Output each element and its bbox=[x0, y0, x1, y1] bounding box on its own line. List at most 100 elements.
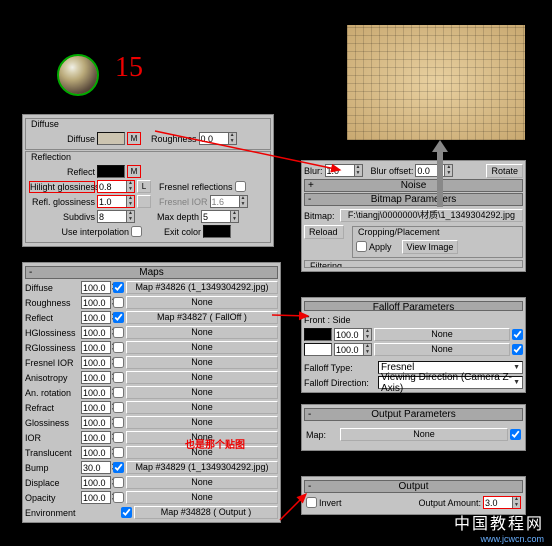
map-amount-spinner[interactable]: ▲▼ bbox=[81, 401, 111, 414]
map-amount-spinner[interactable]: ▲▼ bbox=[81, 491, 111, 504]
map-enable-check[interactable] bbox=[113, 477, 124, 488]
map-enable-check[interactable] bbox=[113, 492, 124, 503]
map-amount-spinner[interactable]: ▲▼ bbox=[81, 476, 111, 489]
roughness-input[interactable] bbox=[200, 133, 228, 144]
falloff-val-2-spinner[interactable]: ▲▼ bbox=[334, 343, 372, 356]
output-map-button[interactable]: None bbox=[340, 428, 508, 441]
invert-check[interactable] bbox=[306, 497, 317, 508]
noise-rollout[interactable]: +Noise bbox=[304, 179, 523, 192]
map-amount-spinner[interactable]: ▲▼ bbox=[81, 281, 111, 294]
view-image-button[interactable]: View Image bbox=[402, 240, 459, 254]
map-slot-button[interactable]: Map #34828 ( Output ) bbox=[134, 506, 278, 519]
map-amount-spinner[interactable]: ▲▼ bbox=[81, 416, 111, 429]
map-enable-check[interactable] bbox=[113, 327, 124, 338]
bitmap-rollout[interactable]: -Bitmap Parameters bbox=[304, 193, 523, 206]
map-slot-button[interactable]: None bbox=[126, 326, 278, 339]
map-enable-check[interactable] bbox=[113, 297, 124, 308]
falloff-val-1[interactable] bbox=[335, 329, 363, 340]
maxdepth-spinner[interactable]: ▲▼ bbox=[201, 210, 239, 223]
falloff-color-2[interactable] bbox=[304, 343, 332, 356]
bitmap-path-button[interactable]: F:\tiangj\0000000\材质\1_1349304292.jpg bbox=[340, 209, 523, 222]
map-amount-input[interactable] bbox=[82, 492, 110, 503]
maxdepth-input[interactable] bbox=[202, 211, 230, 222]
falloff-val-2[interactable] bbox=[335, 344, 363, 355]
map-amount-spinner[interactable]: ▲▼ bbox=[81, 386, 111, 399]
falloff-map-2[interactable]: None bbox=[374, 343, 510, 356]
refl-gloss-input[interactable] bbox=[98, 196, 126, 207]
falloff-val-1-spinner[interactable]: ▲▼ bbox=[334, 328, 372, 341]
output-rollout[interactable]: -Output bbox=[304, 480, 523, 493]
map-enable-check[interactable] bbox=[113, 432, 124, 443]
map-amount-input[interactable] bbox=[82, 432, 110, 443]
map-slot-button[interactable]: None bbox=[126, 296, 278, 309]
map-amount-input[interactable] bbox=[82, 402, 110, 413]
map-amount-input[interactable] bbox=[82, 327, 110, 338]
exitcolor-swatch[interactable] bbox=[203, 225, 231, 238]
map-enable-check[interactable] bbox=[113, 402, 124, 413]
diffuse-map-button[interactable]: M bbox=[127, 132, 141, 145]
fresnel-refl-check[interactable] bbox=[235, 181, 246, 192]
falloff-on-1[interactable] bbox=[512, 329, 523, 340]
useinterp-check[interactable] bbox=[131, 226, 142, 237]
map-enable-check[interactable] bbox=[113, 372, 124, 383]
map-enable-check[interactable] bbox=[113, 387, 124, 398]
map-slot-button[interactable]: None bbox=[126, 386, 278, 399]
roughness-spinner[interactable]: ▲▼ bbox=[199, 132, 237, 145]
output-params-rollout[interactable]: -Output Parameters bbox=[304, 408, 523, 421]
map-amount-spinner[interactable]: ▲▼ bbox=[81, 311, 111, 324]
map-amount-input[interactable] bbox=[82, 372, 110, 383]
map-enable-check[interactable] bbox=[121, 507, 132, 518]
reload-button[interactable]: Reload bbox=[304, 225, 344, 239]
map-slot-button[interactable]: None bbox=[126, 476, 278, 489]
map-amount-spinner[interactable]: ▲▼ bbox=[81, 446, 111, 459]
map-slot-button[interactable]: None bbox=[126, 491, 278, 504]
map-amount-input[interactable] bbox=[82, 282, 110, 293]
map-amount-input[interactable] bbox=[82, 342, 110, 353]
map-enable-check[interactable] bbox=[113, 447, 124, 458]
bluroff-spinner[interactable]: ▲▼ bbox=[415, 164, 453, 177]
subdivs-input[interactable] bbox=[98, 211, 126, 222]
map-enable-check[interactable] bbox=[113, 282, 124, 293]
reflect-map-button[interactable]: M bbox=[127, 165, 141, 178]
reflect-swatch[interactable] bbox=[97, 165, 125, 178]
map-slot-button[interactable]: None bbox=[126, 371, 278, 384]
blank-button[interactable] bbox=[137, 195, 151, 208]
map-amount-input[interactable] bbox=[82, 312, 110, 323]
map-slot-button[interactable]: None bbox=[126, 401, 278, 414]
map-amount-input[interactable] bbox=[82, 447, 110, 458]
map-amount-spinner[interactable]: ▲▼ bbox=[81, 296, 111, 309]
hilight-gloss-input[interactable] bbox=[98, 181, 126, 192]
blur-spinner[interactable]: ▲▼ bbox=[325, 164, 363, 177]
map-enable-check[interactable] bbox=[113, 417, 124, 428]
refl-gloss-spinner[interactable]: ▲▼ bbox=[97, 195, 135, 208]
map-amount-spinner[interactable]: ▲▼ bbox=[81, 371, 111, 384]
hilight-gloss-spinner[interactable]: ▲▼ bbox=[97, 180, 135, 193]
map-amount-input[interactable] bbox=[82, 297, 110, 308]
map-amount-input[interactable] bbox=[82, 477, 110, 488]
map-amount-spinner[interactable]: ▲▼ bbox=[81, 431, 111, 444]
l-button[interactable]: L bbox=[137, 180, 151, 193]
diffuse-swatch[interactable] bbox=[97, 132, 125, 145]
map-slot-button[interactable]: Map #34826 (1_1349304292.jpg) bbox=[126, 281, 278, 294]
maps-rollout[interactable]: -Maps bbox=[25, 266, 278, 279]
bluroff-input[interactable] bbox=[416, 165, 444, 176]
map-enable-check[interactable] bbox=[113, 462, 124, 473]
map-enable-check[interactable] bbox=[113, 312, 124, 323]
map-amount-input[interactable] bbox=[82, 387, 110, 398]
falloff-color-1[interactable] bbox=[304, 328, 332, 341]
blur-input[interactable] bbox=[326, 165, 354, 176]
falloff-on-2[interactable] bbox=[512, 344, 523, 355]
map-amount-input[interactable] bbox=[82, 462, 110, 473]
map-slot-button[interactable]: Map #34829 (1_1349304292.jpg) bbox=[126, 461, 278, 474]
falloff-dir-select[interactable]: Viewing Direction (Camera Z-Axis)▼ bbox=[378, 376, 523, 389]
map-amount-spinner[interactable]: ▲▼ bbox=[81, 341, 111, 354]
map-enable-check[interactable] bbox=[113, 342, 124, 353]
subdivs-spinner[interactable]: ▲▼ bbox=[97, 210, 135, 223]
map-amount-spinner[interactable]: ▲▼ bbox=[81, 461, 111, 474]
map-slot-button[interactable]: None bbox=[126, 341, 278, 354]
map-amount-input[interactable] bbox=[82, 357, 110, 368]
map-slot-button[interactable]: Map #34827 ( FallOff ) bbox=[126, 311, 278, 324]
output-amount-spinner[interactable]: ▲▼ bbox=[483, 496, 521, 509]
map-amount-spinner[interactable]: ▲▼ bbox=[81, 356, 111, 369]
rotate-button[interactable]: Rotate bbox=[486, 164, 523, 178]
